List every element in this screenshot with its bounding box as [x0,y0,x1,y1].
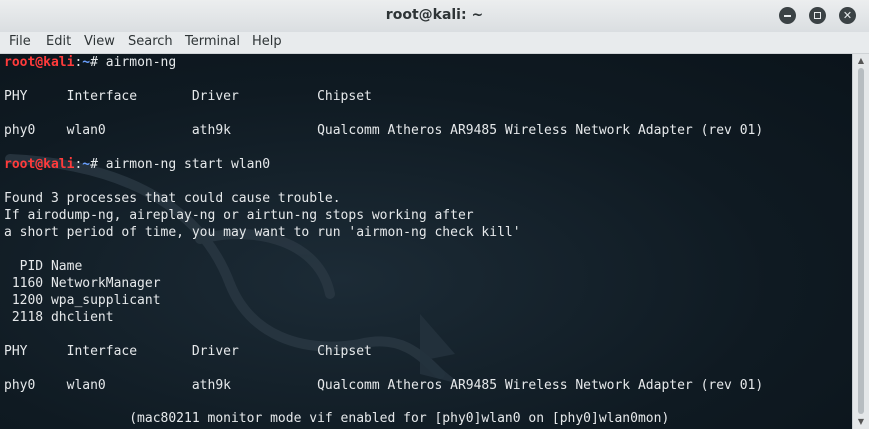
menu-terminal[interactable]: Terminal [185,34,240,49]
terminal-output[interactable]: root@kali:~# airmon-ng PHY Interface Dri… [0,54,852,429]
prompt-user: root@kali [4,55,75,70]
prompt-symbol: # [90,157,106,172]
menu-edit[interactable]: Edit [46,34,71,49]
title-bar[interactable]: root@kali: ~ ✕ [0,0,869,33]
process-row: 2118 dhclient [4,310,114,325]
prompt-line-1: root@kali:~# airmon-ng [4,54,176,71]
process-row: 1200 wpa_supplicant [4,293,161,308]
window-title: root@kali: ~ [385,7,484,23]
maximize-icon[interactable] [809,7,826,24]
command-text: airmon-ng start wlan0 [105,157,271,172]
prompt-path: ~ [82,55,91,70]
monitor-mode-message: (mac80211 monitor mode vif enabled for [… [4,411,670,426]
warning-line: If airodump-ng, aireplay-ng or airtun-ng… [4,208,474,223]
warning-line: Found 3 processes that could cause troub… [4,191,341,206]
minimize-icon[interactable] [779,7,796,24]
table-row: phy0 wlan0 ath9k Qualcomm Atheros AR9485… [4,378,764,393]
close-icon[interactable]: ✕ [839,7,856,24]
vertical-scrollbar[interactable]: ▲ ▼ [852,54,869,429]
pid-header: PID Name [4,259,83,274]
scroll-down-icon[interactable]: ▼ [856,417,866,427]
table-header: PHY Interface Driver Chipset [4,89,372,104]
prompt-line-2: root@kali:~# airmon-ng start wlan0 [4,156,270,173]
prompt-path: ~ [82,157,91,172]
warning-line: a short period of time, you may want to … [4,225,521,240]
menu-bar: File Edit View Search Terminal Help [0,32,869,54]
prompt-user: root@kali [4,157,75,172]
table-header: PHY Interface Driver Chipset [4,344,372,359]
menu-view[interactable]: View [84,34,115,49]
terminal-window: root@kali: ~ ✕ File Edit View Search Ter… [0,0,869,429]
menu-search[interactable]: Search [128,34,173,49]
table-row: phy0 wlan0 ath9k Qualcomm Atheros AR9485… [4,123,764,138]
scroll-up-icon[interactable]: ▲ [856,56,866,66]
scroll-thumb[interactable] [858,68,864,414]
menu-file[interactable]: File [9,34,31,49]
process-row: 1160 NetworkManager [4,276,161,291]
kali-dragon-watermark [5,154,460,384]
command-text: airmon-ng [105,55,177,70]
menu-help[interactable]: Help [252,34,282,49]
prompt-symbol: # [90,55,106,70]
